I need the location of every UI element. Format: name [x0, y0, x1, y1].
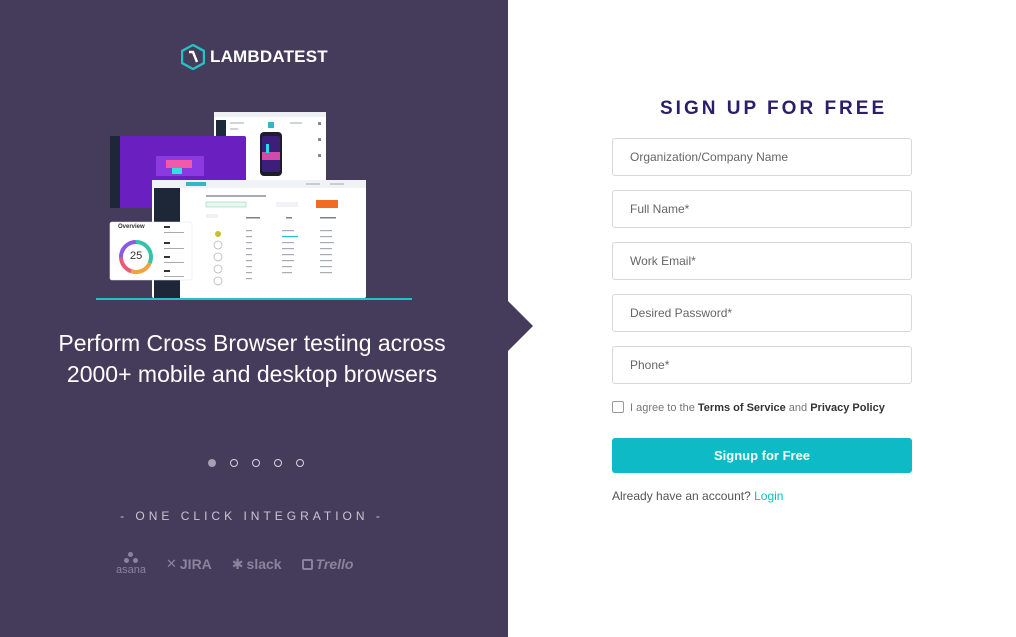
product-illustration: Overview 25: [96, 108, 412, 300]
overview-card-label: Overview: [118, 224, 145, 230]
privacy-link[interactable]: Privacy Policy: [810, 402, 885, 414]
password-input[interactable]: [612, 294, 912, 332]
overview-card-value: 25: [130, 250, 143, 262]
login-prompt-text: Already have an account?: [612, 489, 751, 503]
carousel-dot[interactable]: [274, 459, 282, 467]
slack-label: slack: [246, 556, 282, 572]
terms-text: I agree to the Terms of Service and Priv…: [630, 402, 885, 414]
jira-logo: ✕ JIRA: [166, 556, 212, 572]
signup-title: SIGN UP FOR FREE: [660, 98, 888, 119]
agree-prefix: I agree to the: [630, 402, 695, 414]
carousel-dot[interactable]: [208, 459, 216, 467]
page: LAMBDATEST Overview 25 Perform Cross Bro…: [0, 0, 1016, 637]
lambdatest-logo[interactable]: LAMBDATEST: [181, 44, 328, 70]
carousel-dots: [208, 459, 304, 467]
trello-label: Trello: [315, 556, 354, 572]
signup-button[interactable]: Signup for Free: [612, 438, 912, 473]
integration-logos: asana ✕ JIRA ✱ slack Trello: [116, 552, 353, 576]
slack-logo: ✱ slack: [232, 556, 282, 573]
lambdatest-logo-icon: [181, 44, 205, 70]
full-name-input[interactable]: [612, 190, 912, 228]
signup-panel: SIGN UP FOR FREE I agree to the Terms of…: [533, 0, 1016, 637]
asana-icon: [123, 552, 138, 563]
trello-logo: Trello: [301, 556, 354, 572]
terms-agreement: I agree to the Terms of Service and Priv…: [612, 400, 885, 414]
asana-logo: asana: [116, 552, 146, 576]
phone-input[interactable]: [612, 346, 912, 384]
jira-icon: ✕: [165, 556, 177, 571]
and-text: and: [788, 402, 808, 414]
slack-icon: ✱: [231, 555, 244, 572]
login-prompt: Already have an account? Login: [612, 489, 783, 503]
carousel-dot[interactable]: [296, 459, 304, 467]
panel-arrow: [508, 301, 533, 351]
brand-name: LAMBDATEST: [210, 47, 328, 66]
carousel-dot[interactable]: [252, 459, 260, 467]
trello-icon: [301, 558, 313, 570]
work-email-input[interactable]: [612, 242, 912, 280]
illustration-baseline: [96, 298, 412, 300]
terms-link[interactable]: Terms of Service: [698, 402, 786, 414]
promo-headline: Perform Cross Browser testing across 200…: [58, 330, 446, 387]
carousel-dot[interactable]: [230, 459, 238, 467]
login-link[interactable]: Login: [754, 489, 783, 503]
dashboard-mockup: [109, 112, 366, 298]
promo-panel: LAMBDATEST Overview 25 Perform Cross Bro…: [0, 0, 508, 637]
jira-label: JIRA: [179, 556, 212, 572]
integration-title: - ONE CLICK INTEGRATION -: [120, 509, 384, 523]
terms-checkbox[interactable]: [612, 400, 624, 413]
organization-input[interactable]: [612, 138, 912, 176]
asana-label: asana: [116, 564, 146, 576]
